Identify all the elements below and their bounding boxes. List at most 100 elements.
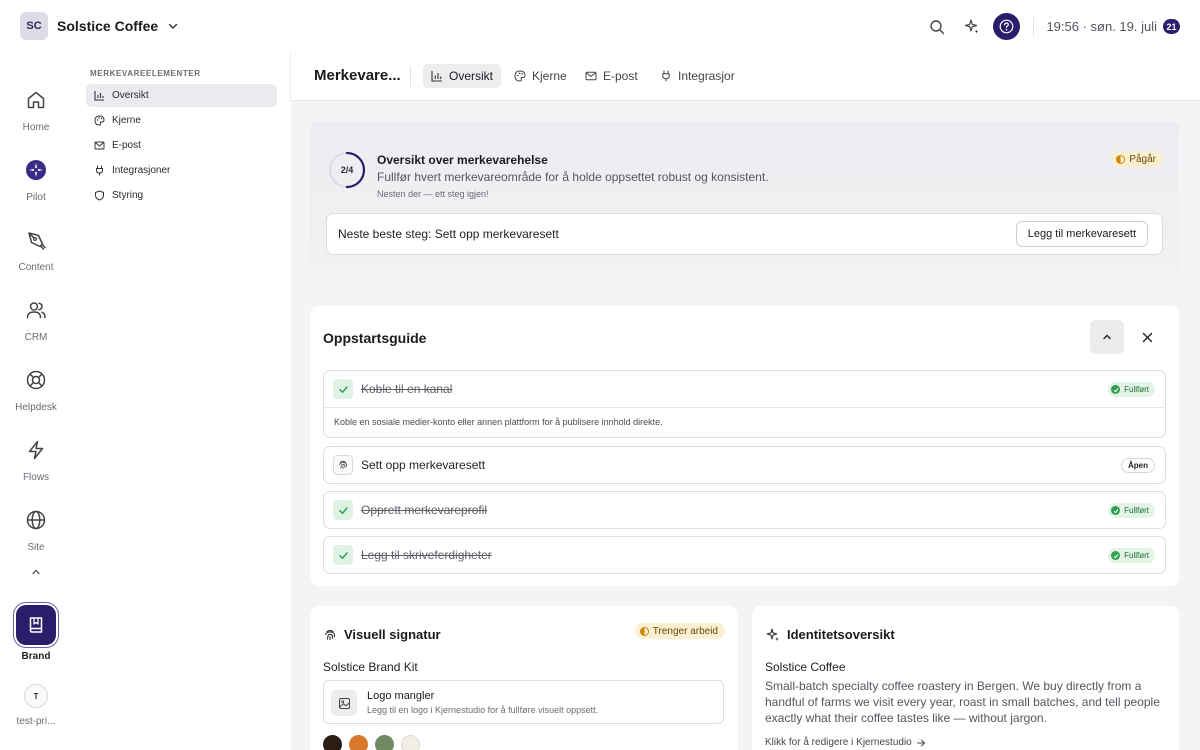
- rail-label: Brand: [21, 651, 51, 662]
- clock: 19:56 · søn. 19. juli: [1046, 19, 1157, 34]
- guide-step[interactable]: Legg til skriveferdigheter Fullført: [323, 536, 1166, 574]
- onboarding-guide-card: Oppstartsguide Koble til en kanal Fullfø…: [310, 306, 1179, 586]
- add-brand-kit-button[interactable]: Legg til merkevaresett: [1015, 221, 1148, 247]
- rail-item-site[interactable]: Site: [0, 500, 72, 553]
- tab-label: E-post: [603, 69, 638, 83]
- half-circle-icon: [639, 626, 649, 636]
- home-icon: [16, 80, 56, 120]
- tab-label: Oversikt: [449, 69, 494, 83]
- check-circle-icon: [1111, 506, 1121, 515]
- logo-placeholder[interactable]: Logo mangler Legg til en logo i Kjernest…: [323, 680, 724, 724]
- brand-sidebar: MERKEVAREELEMENTER Oversikt Kjerne E-pos…: [78, 52, 290, 750]
- health-subtext: Nesten der — ett steg igjen!: [377, 189, 489, 199]
- help-button[interactable]: [993, 13, 1021, 40]
- sidebar-item-styring[interactable]: Styring: [86, 184, 277, 207]
- link-text: Klikk for å redigere i Kjernestudio: [765, 737, 912, 748]
- step-header[interactable]: Opprett merkevareprofil Fullført: [324, 492, 1165, 528]
- rail-label: Site: [27, 542, 45, 553]
- workspace-avatar[interactable]: SC: [20, 12, 48, 40]
- close-button[interactable]: [1136, 326, 1158, 348]
- sidebar-item-integrasjoner[interactable]: Integrasjoner: [86, 159, 277, 182]
- color-swatch[interactable]: [349, 735, 368, 750]
- rail-item-helpdesk[interactable]: Helpdesk: [0, 360, 72, 413]
- rail-label: Flows: [22, 472, 50, 483]
- rail-item-pilot[interactable]: Pilot: [0, 150, 72, 203]
- sidebar-item-oversikt[interactable]: Oversikt: [86, 84, 277, 107]
- image-icon: [331, 690, 357, 716]
- brand-kit-name: Solstice Brand Kit: [323, 660, 418, 674]
- card-title: Visuell signatur: [323, 627, 441, 642]
- color-swatch[interactable]: [401, 735, 420, 750]
- step-label: Opprett merkevareprofil: [361, 503, 488, 517]
- user-avatar: T: [24, 684, 48, 708]
- collapse-button[interactable]: [1090, 320, 1124, 354]
- rail-item-content[interactable]: Content: [0, 220, 72, 273]
- step-label: Legg til skriveferdigheter: [361, 548, 492, 562]
- next-step-panel: Neste beste steg: Sett opp merkevaresett…: [326, 213, 1163, 255]
- chevron-up-icon: [1103, 334, 1111, 340]
- globe-icon: [16, 500, 56, 540]
- sidebar-item-kjerne[interactable]: Kjerne: [86, 109, 277, 132]
- status-badge: Trenger arbeid: [634, 623, 725, 639]
- tab-label: Integrasjor: [678, 69, 735, 83]
- step-header[interactable]: Koble til en kanal Fullført: [324, 371, 1165, 407]
- check-circle-icon: [1111, 385, 1121, 394]
- status-text: Fullført: [1124, 385, 1149, 394]
- color-swatch[interactable]: [375, 735, 394, 750]
- rail-item-crm[interactable]: CRM: [0, 290, 72, 343]
- divider: [1033, 16, 1035, 37]
- rail-label: Content: [18, 262, 54, 273]
- workspace-name[interactable]: Solstice Coffee: [57, 18, 158, 34]
- help-icon: [1000, 19, 1014, 34]
- brand-health-card: 2/4 Oversikt over merkevarehelse Fullfør…: [310, 121, 1179, 285]
- status-text: Fullført: [1124, 551, 1149, 560]
- check-icon: [333, 500, 353, 520]
- rail-label: Helpdesk: [15, 402, 57, 413]
- bar-chart-icon: [431, 71, 442, 82]
- guide-step[interactable]: Opprett merkevareprofil Fullført: [323, 491, 1166, 529]
- search-icon[interactable]: [924, 14, 950, 40]
- notification-badge[interactable]: 21: [1163, 19, 1180, 34]
- top-bar: SC Solstice Coffee 19:56 · søn. 19. juli…: [0, 0, 1200, 52]
- sparkles-icon: [766, 628, 779, 641]
- step-header[interactable]: Sett opp merkevaresett Åpen: [324, 447, 1165, 483]
- tab-oversikt[interactable]: Oversikt: [423, 64, 502, 88]
- sidebar-heading: MERKEVAREELEMENTER: [90, 69, 201, 78]
- bar-chart-icon: [94, 91, 104, 101]
- guide-step[interactable]: Koble til en kanal Fullført Koble en sos…: [323, 370, 1166, 438]
- identity-name: Solstice Coffee: [765, 660, 846, 674]
- mail-icon: [585, 71, 597, 81]
- rail-item-brand[interactable]: Brand: [0, 605, 72, 662]
- pen-tool-icon: [16, 220, 56, 260]
- check-icon: [333, 379, 353, 399]
- tab-integrasjoner[interactable]: Integrasjor: [652, 64, 743, 88]
- rail-item-home[interactable]: Home: [0, 80, 72, 133]
- chevron-down-icon[interactable]: [167, 20, 179, 32]
- logo-title: Logo mangler: [367, 690, 435, 702]
- rail-label: Home: [22, 122, 50, 133]
- sparkles-icon[interactable]: [958, 14, 984, 40]
- tab-epost[interactable]: E-post: [577, 64, 646, 88]
- tab-kjerne[interactable]: Kjerne: [506, 64, 575, 88]
- chevron-up-icon: [30, 566, 42, 578]
- lightning-icon: [16, 430, 56, 470]
- plug-icon: [96, 165, 103, 176]
- color-swatch[interactable]: [323, 735, 342, 750]
- step-header[interactable]: Legg til skriveferdigheter Fullført: [324, 537, 1165, 573]
- user-menu[interactable]: T test-pri...: [0, 684, 72, 727]
- edit-in-core-studio-link[interactable]: Klikk for å redigere i Kjernestudio: [765, 737, 926, 748]
- check-icon: [333, 545, 353, 565]
- shield-icon: [95, 190, 104, 201]
- rail-collapse-toggle[interactable]: [0, 566, 72, 578]
- arrow-right-icon: [916, 739, 925, 746]
- health-description: Fullfør hvert merkevareområde for å hold…: [377, 170, 769, 184]
- sidebar-item-label: Kjerne: [112, 115, 141, 126]
- guide-step[interactable]: Sett opp merkevaresett Åpen: [323, 446, 1166, 484]
- mail-icon: [94, 141, 105, 150]
- step-label: Sett opp merkevaresett: [361, 458, 486, 472]
- card-title-text: Visuell signatur: [344, 627, 441, 642]
- rail-item-flows[interactable]: Flows: [0, 430, 72, 483]
- sidebar-item-label: Styring: [112, 190, 144, 201]
- status-text: Pågår: [1129, 153, 1156, 165]
- sidebar-item-epost[interactable]: E-post: [86, 134, 277, 157]
